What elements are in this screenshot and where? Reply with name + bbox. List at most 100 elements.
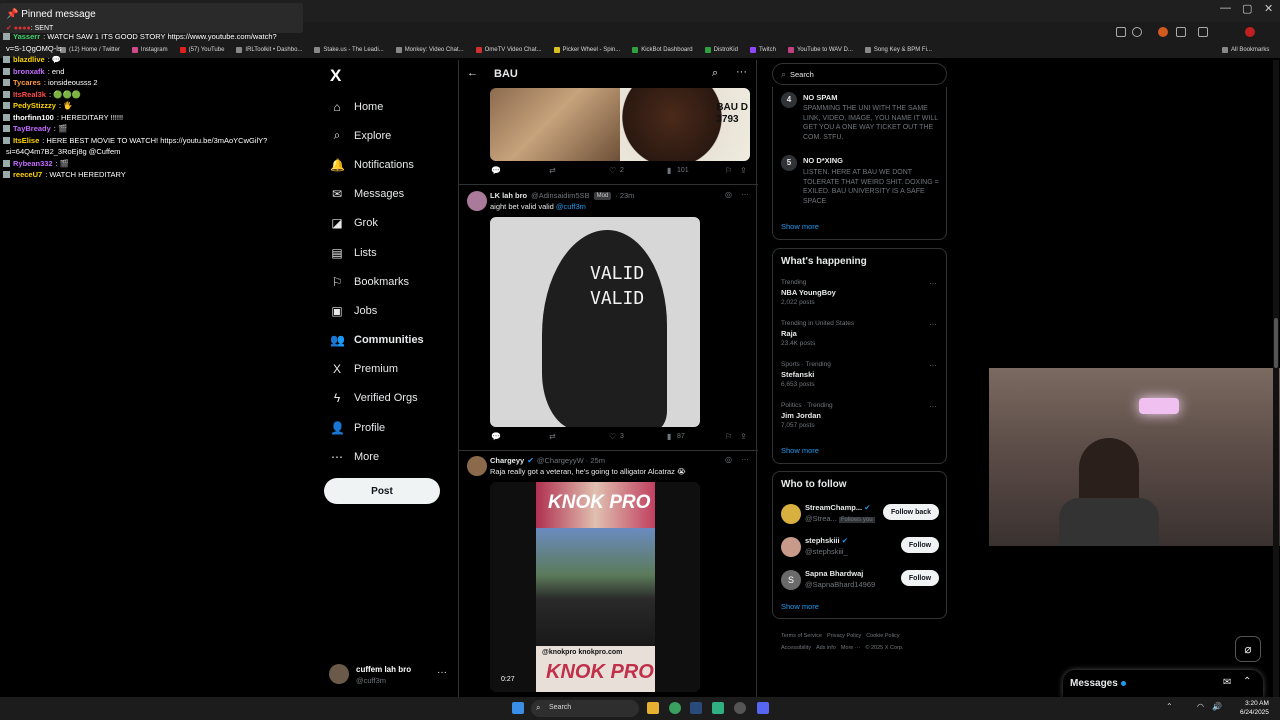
author-handle[interactable]: @Adinsaidim5SB <box>531 191 589 200</box>
nav-item-explore[interactable]: ⌕ Explore <box>330 121 424 150</box>
bookmark-item[interactable]: Stake.us - The Leadi... <box>314 47 384 53</box>
windows-start-icon[interactable] <box>512 702 524 714</box>
nav-item-notifications[interactable]: 🔔 Notifications <box>330 150 424 179</box>
like-icon[interactable]: ♡ <box>609 166 616 175</box>
nav-item-more[interactable]: ⋯ More <box>330 442 424 471</box>
follow-button[interactable]: Follow <box>901 537 939 553</box>
bookmark-icon[interactable]: ⚐ <box>725 166 732 175</box>
chevron-up-icon[interactable]: ⌃ <box>1243 676 1251 687</box>
sidepanel-icon[interactable] <box>1198 27 1208 37</box>
chat-username[interactable]: ItsReal3k <box>13 89 46 101</box>
more-icon[interactable]: ··· <box>929 320 937 329</box>
nav-item-verified-orgs[interactable]: ϟ Verified Orgs <box>330 384 424 413</box>
chevron-up-icon[interactable]: ⌃ <box>1166 702 1173 711</box>
post-image[interactable]: BAU D 3793 <box>490 88 750 161</box>
like-icon[interactable]: ♡ <box>609 432 616 441</box>
avatar[interactable] <box>467 191 487 211</box>
bookmark-item[interactable]: Monkey: Video Chat... <box>395 47 464 53</box>
nav-item-messages[interactable]: ✉ Messages <box>330 180 424 209</box>
grok-icon[interactable]: ◎ <box>725 190 732 199</box>
show-more-link[interactable]: Show more <box>781 602 819 611</box>
footer-link[interactable]: Cookie Policy <box>866 633 899 639</box>
follow-button[interactable]: Follow back <box>883 504 939 520</box>
search-icon[interactable]: ⌕ <box>712 67 718 80</box>
avatar[interactable] <box>467 456 487 476</box>
more-icon[interactable]: ··· <box>437 667 447 678</box>
more-icon[interactable]: ··· <box>929 361 937 370</box>
nav-item-jobs[interactable]: ▣ Jobs <box>330 296 424 325</box>
taskbar-clock[interactable]: 3:20 AM 6/24/2025 <box>1240 699 1269 717</box>
post-image[interactable]: VALID VALID <box>490 217 700 427</box>
reply-icon[interactable]: 💬 <box>491 432 501 441</box>
chat-username[interactable]: ItsElise <box>13 135 39 147</box>
back-arrow-icon[interactable]: ← <box>467 67 478 79</box>
show-more-link[interactable]: Show more <box>781 222 819 231</box>
wifi-icon[interactable]: ◠ <box>1197 702 1204 711</box>
chat-username[interactable]: Yasserr <box>13 31 40 43</box>
repost-icon[interactable]: ⇄ <box>549 432 556 441</box>
mention-link[interactable]: @cuff3m <box>556 202 586 211</box>
footer-link[interactable]: Terms of Service <box>781 633 822 639</box>
scrollbar[interactable] <box>1273 60 1279 697</box>
minimize-icon[interactable]: — <box>1220 2 1231 14</box>
more-icon[interactable]: ··· <box>736 66 747 78</box>
more-icon[interactable]: ··· <box>929 279 937 288</box>
bookmark-item[interactable]: Picker Wheel - Spin... <box>553 47 620 53</box>
search-input[interactable]: ⌕ Search <box>772 63 947 85</box>
cast-icon[interactable] <box>1116 27 1126 37</box>
post-button[interactable]: Post <box>324 478 440 504</box>
trend-item[interactable]: Trending NBA YoungBoy 2,022 posts ··· <box>781 279 941 315</box>
follow-button[interactable]: Follow <box>901 570 939 586</box>
footer-link[interactable]: © 2025 X Corp. <box>865 645 903 651</box>
chrome-icon[interactable] <box>669 702 681 714</box>
author-name[interactable]: LK lah bro <box>490 191 527 200</box>
follow-suggestion[interactable]: StreamChamp... ✔ @Strea... Follows you Fol… <box>781 502 941 530</box>
nav-item-profile[interactable]: 👤 Profile <box>330 413 424 442</box>
puzzle-icon[interactable] <box>1176 27 1186 37</box>
chat-username[interactable]: PedyStizzzy <box>13 100 56 112</box>
chat-username[interactable]: bronxafk <box>13 66 45 78</box>
follow-suggestion[interactable]: stephskiii ✔ @stephskiii_ Follow <box>781 535 941 563</box>
chat-username[interactable]: TayBready <box>13 123 51 135</box>
all-bookmarks-button[interactable]: All Bookmarks <box>1222 47 1269 53</box>
share-icon[interactable]: ⇪ <box>740 432 747 441</box>
share-icon[interactable]: ⇪ <box>740 166 747 175</box>
bookmark-icon[interactable]: ⚐ <box>725 432 732 441</box>
grok-icon[interactable]: ◎ <box>725 455 732 464</box>
trend-item[interactable]: Trending in United States Raja 23.4K posts… <box>781 320 941 356</box>
star-icon[interactable] <box>1132 27 1142 37</box>
trend-item[interactable]: Sports · Trending Stefanski 6,653 posts ··· <box>781 361 941 397</box>
bookmark-item[interactable]: YouTube to WAV D... <box>787 47 853 53</box>
repost-icon[interactable]: ⇄ <box>549 166 556 175</box>
file-explorer-icon[interactable] <box>647 702 659 714</box>
discord-icon[interactable] <box>757 702 769 714</box>
video-player[interactable]: KNOK PRO @knokpro knokpro.com KNOK PRO <box>490 482 700 692</box>
footer-link[interactable]: Ads info <box>816 645 836 651</box>
nav-item-lists[interactable]: ▤ Lists <box>330 238 424 267</box>
nav-item-premium[interactable]: X Premium <box>330 355 424 384</box>
footer-link[interactable]: Privacy Policy <box>827 633 861 639</box>
nav-item-communities[interactable]: 👥 Communities <box>330 326 424 355</box>
follow-suggestion[interactable]: S Sapna Bhardwaj @SapnaBhard14969 Follow <box>781 568 941 596</box>
bookmark-item[interactable]: OmeTV Video Chat... <box>475 47 542 53</box>
author-handle[interactable]: @ChargeyyW · 25m <box>537 456 605 465</box>
profile-avatar-icon[interactable] <box>1245 27 1255 37</box>
bookmark-item[interactable]: Twitch <box>749 47 776 53</box>
bookmark-item[interactable]: DistroKid <box>704 47 738 53</box>
author-name[interactable]: Chargeyy <box>490 456 524 465</box>
maximize-icon[interactable]: ▢ <box>1242 2 1252 15</box>
chat-username[interactable]: Rybean332 <box>13 158 53 170</box>
nav-item-grok[interactable]: ◪ Grok <box>330 209 424 238</box>
footer-link[interactable]: More ··· <box>841 645 861 651</box>
show-more-link[interactable]: Show more <box>781 446 819 455</box>
app-icon[interactable] <box>712 702 724 714</box>
more-icon[interactable]: ··· <box>929 402 937 411</box>
speaker-icon[interactable]: 🔊 <box>1212 702 1222 711</box>
more-icon[interactable]: ··· <box>741 455 749 464</box>
steam-icon[interactable] <box>690 702 702 714</box>
taskbar-search[interactable]: ⌕ Search <box>531 700 639 717</box>
more-icon[interactable]: ··· <box>741 190 749 199</box>
bookmark-item[interactable]: Song Key & BPM Fi... <box>864 47 932 53</box>
obs-icon[interactable] <box>734 702 746 714</box>
reply-icon[interactable]: 💬 <box>491 166 501 175</box>
